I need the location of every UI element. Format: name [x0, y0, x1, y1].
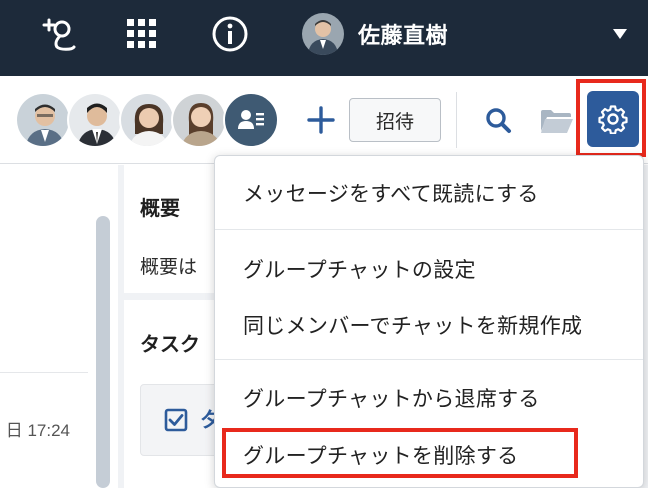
plus-icon[interactable]: [303, 100, 339, 140]
menu-item-new-chat-same-members[interactable]: 同じメンバーでチャットを新規作成: [243, 310, 582, 340]
list-divider: [0, 372, 88, 373]
scrollbar[interactable]: [96, 216, 110, 488]
top-header: 佐藤直樹: [0, 0, 648, 76]
caret-down-icon[interactable]: [609, 24, 631, 44]
checkbox-icon[interactable]: [164, 408, 188, 432]
tasks-title: タスク: [140, 332, 200, 356]
user-avatar: [302, 13, 344, 55]
toolbar-divider: [456, 92, 457, 148]
message-timestamp: 日 17:24: [5, 421, 70, 440]
summary-text: 概要は: [140, 256, 198, 278]
member-avatar-2[interactable]: [67, 92, 123, 148]
member-list-button[interactable]: [223, 92, 279, 148]
delete-highlight-box: [222, 428, 578, 478]
menu-divider: [215, 359, 643, 360]
member-avatar-3[interactable]: [119, 92, 175, 148]
user-name: 佐藤直樹: [358, 24, 449, 49]
invite-button[interactable]: 招待: [349, 98, 441, 142]
member-list-icon: [238, 110, 264, 129]
member-avatar-1[interactable]: [15, 92, 71, 148]
task-item-label: タ: [200, 408, 214, 432]
member-avatar-4[interactable]: [171, 92, 227, 148]
add-contact-icon[interactable]: [36, 12, 80, 56]
folder-icon[interactable]: [536, 104, 576, 138]
info-icon[interactable]: [208, 12, 252, 56]
user-menu[interactable]: 佐藤直樹: [302, 12, 448, 56]
menu-divider: [215, 229, 643, 230]
menu-item-leave-group[interactable]: グループチャットから退席する: [243, 383, 540, 413]
settings-highlight-box: [576, 79, 646, 157]
apps-grid-icon[interactable]: [120, 12, 164, 56]
search-icon[interactable]: [481, 102, 515, 138]
summary-title: 概要: [140, 196, 180, 220]
menu-item-group-settings[interactable]: グループチャットの設定: [243, 254, 476, 284]
chat-toolbar: 招待: [0, 76, 648, 164]
menu-item-mark-all-read[interactable]: メッセージをすべて既読にする: [243, 178, 539, 208]
